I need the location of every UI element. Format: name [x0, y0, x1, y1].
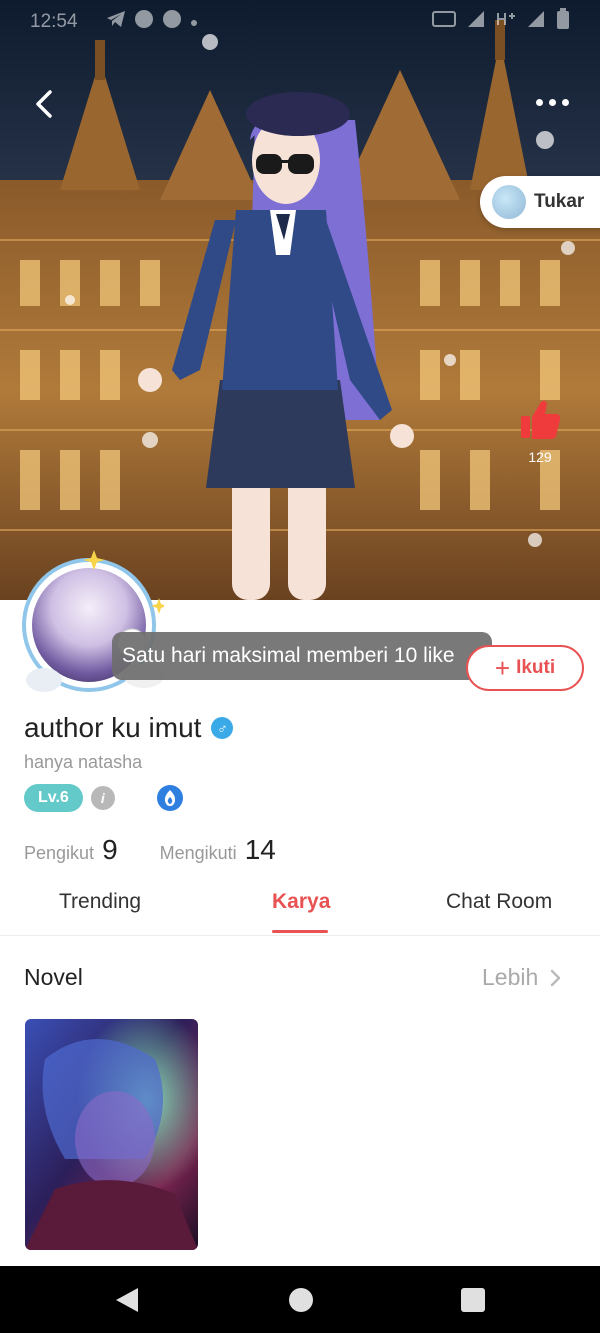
signal-icon — [466, 10, 486, 34]
username-text: author ku imut — [24, 712, 202, 743]
character-thumbnail-icon — [492, 185, 526, 219]
section-title: Novel — [24, 964, 83, 990]
status-bar: 12:54 — [0, 0, 600, 44]
thumbs-up-icon — [521, 400, 561, 439]
novel-cover-image — [25, 1019, 198, 1250]
username: author ku imut ♂ — [24, 712, 234, 744]
plus-icon: + — [494, 653, 511, 683]
profile-banner: 12:54 Tukar 129 — [0, 0, 600, 600]
triangle-back-icon — [116, 1288, 138, 1312]
more-options-button[interactable] — [536, 92, 576, 112]
chevron-left-icon — [36, 90, 52, 118]
circle-home-icon — [289, 1288, 313, 1312]
tab-chat-room[interactable]: Chat Room — [446, 890, 552, 914]
messenger-icon — [162, 9, 182, 35]
followers-label[interactable]: Pengikut — [24, 843, 94, 864]
user-bio: hanya natasha — [24, 752, 143, 772]
level-badge[interactable]: Lv.6 — [24, 784, 83, 812]
info-icon[interactable]: i — [90, 786, 115, 810]
following-label[interactable]: Mengikuti — [160, 843, 237, 864]
profile-tabs: Trending Karya Chat Room — [0, 882, 600, 936]
following-count[interactable]: 14 — [245, 834, 276, 866]
tab-karya[interactable]: Karya — [272, 890, 330, 914]
signal-icon — [526, 10, 546, 34]
volte-icon — [432, 10, 456, 34]
dot-icon — [190, 11, 198, 33]
more-link[interactable]: Lebih — [482, 964, 562, 991]
follow-button[interactable]: + Ikuti — [466, 645, 584, 691]
network-h-plus-icon — [496, 10, 516, 34]
nav-back-button[interactable] — [114, 1286, 140, 1319]
system-nav-bar — [0, 1266, 600, 1333]
status-time: 12:54 — [30, 11, 78, 32]
followers-count[interactable]: 9 — [102, 834, 118, 866]
like-count: 129 — [528, 449, 552, 465]
swap-character-button[interactable]: Tukar — [480, 176, 600, 228]
follow-label: Ikuti — [516, 657, 556, 678]
like-button[interactable]: 129 — [510, 396, 570, 472]
more-dots-icon — [536, 98, 543, 106]
follow-stats: Pengikut 9 Mengikuti 14 — [24, 834, 276, 866]
building-background — [0, 0, 600, 600]
swap-label: Tukar — [534, 191, 585, 212]
like-limit-toast: Satu hari maksimal memberi 10 like — [112, 632, 492, 680]
back-button[interactable] — [28, 84, 64, 124]
battery-icon — [556, 8, 570, 36]
novel-cover[interactable] — [25, 1019, 198, 1250]
badge-row: Lv.6 i — [24, 784, 183, 812]
male-gender-icon: ♂ — [211, 717, 234, 739]
square-recents-icon — [461, 1288, 485, 1312]
nav-home-button[interactable] — [288, 1287, 314, 1318]
flame-badge-icon[interactable] — [156, 785, 183, 811]
chevron-right-icon — [551, 969, 561, 986]
telegram-icon — [106, 10, 126, 34]
more-label: Lebih — [482, 964, 539, 990]
tab-trending[interactable]: Trending — [59, 890, 141, 914]
active-tab-indicator — [272, 930, 328, 933]
messenger-icon — [134, 9, 154, 35]
nav-recents-button[interactable] — [460, 1287, 486, 1318]
